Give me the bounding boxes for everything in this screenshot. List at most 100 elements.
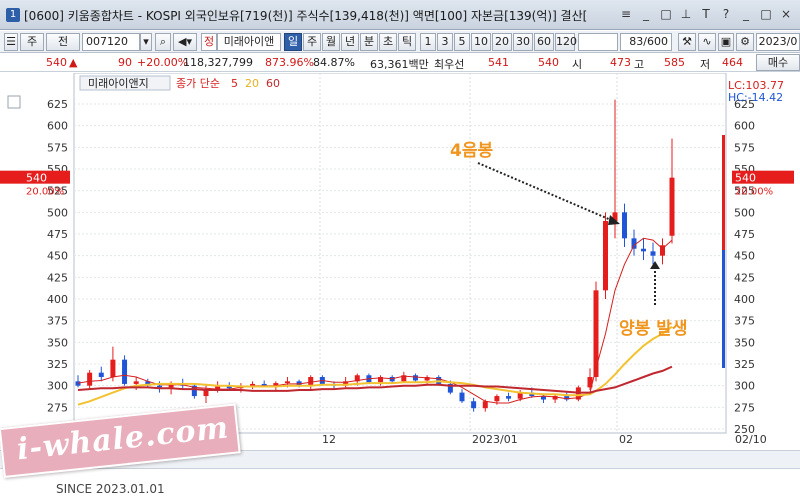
interval-20[interactable]: 20 [492, 33, 512, 51]
gear-icon[interactable]: ⚙ [736, 33, 754, 51]
date-field[interactable]: 2023/0 [756, 33, 800, 51]
tool-icon[interactable]: ⚒ [678, 33, 696, 51]
pin-icon[interactable]: ⊥ [678, 6, 694, 22]
tab-second[interactable]: 초 [379, 33, 397, 51]
search-icon[interactable]: ⌕ [155, 33, 171, 51]
candle-body [156, 385, 162, 388]
indicator-icon[interactable]: ∿ [698, 33, 716, 51]
stock-code-input[interactable]: 007120 [82, 33, 140, 51]
candle-body [98, 372, 104, 377]
y-tick-label-left: 275 [47, 401, 68, 414]
best-label: 최우선 [434, 58, 465, 71]
tab-month[interactable]: 월 [322, 33, 340, 51]
price-tag-left-pct: 20.00% [26, 187, 64, 198]
y-tick-label-right: 400 [734, 293, 755, 306]
app-icon: 1 [6, 8, 20, 22]
interval-30[interactable]: 30 [513, 33, 533, 51]
price-tag-right-pct: 20.00% [735, 187, 773, 198]
interval-3[interactable]: 3 [437, 33, 453, 51]
turnover-ratio: 84.87% [313, 56, 355, 69]
tab-minute[interactable]: 분 [360, 33, 378, 51]
right-volume-down [722, 250, 725, 368]
restore-icon[interactable]: □ [658, 6, 674, 22]
candle-body [669, 177, 675, 236]
prev-select[interactable]: 전 [46, 33, 80, 51]
page-counter: 83/600 [620, 33, 672, 51]
minimize-icon[interactable]: _ [638, 6, 654, 22]
candle-body [622, 212, 627, 239]
y-tick-label-right: 350 [734, 336, 755, 349]
y-tick-label-right: 425 [734, 271, 755, 284]
hc-value: HC:-14.42 [728, 91, 783, 104]
interval-10[interactable]: 10 [471, 33, 491, 51]
y-tick-label-left: 575 [47, 141, 68, 154]
trade-amount: 63,361백만 [370, 58, 429, 71]
tab-week[interactable]: 주 [303, 33, 321, 51]
chart-area[interactable]: 2502502752753003003253253503503753754004… [0, 73, 800, 451]
legend-stock-name: 미래아이앤지 [88, 77, 149, 90]
maximize-button[interactable]: □ [758, 6, 774, 22]
low-price: 464 [722, 56, 743, 69]
y-tick-label-right: 300 [734, 380, 755, 393]
quote-row: 540 ▲ 90 +20.00% 118,327,799 873.96% 84.… [0, 54, 800, 72]
save-icon[interactable]: ▣ [718, 33, 734, 51]
y-tick-label-left: 350 [47, 336, 68, 349]
legend-series-label: 종가 단순 [176, 77, 220, 90]
list-icon[interactable]: ☰ [4, 33, 18, 51]
legend-ma-20: 20 [245, 77, 259, 90]
legend-ma-60: 60 [266, 77, 280, 90]
y-tick-label-right: 450 [734, 250, 755, 263]
candle-body [87, 372, 93, 386]
legend-ma-5: 5 [231, 77, 238, 90]
price-tag-right-price: 540 [735, 172, 756, 185]
tab-day[interactable]: 일 [284, 33, 302, 51]
grid-icon [7, 95, 21, 109]
y-tick-label-left: 500 [47, 206, 68, 219]
open-price: 473 [610, 56, 631, 69]
y-tick-label-right: 325 [734, 358, 755, 371]
y-tick-label-left: 300 [47, 380, 68, 393]
high-price: 585 [664, 56, 685, 69]
code-dropdown-icon[interactable]: ▾ [140, 33, 152, 51]
help-icon[interactable]: ? [718, 6, 734, 22]
sound-icon[interactable]: ◀▾ [173, 33, 197, 51]
tab-tick[interactable]: 틱 [398, 33, 416, 51]
candle-body [494, 396, 500, 402]
stock-badge: 정 [201, 33, 217, 51]
y-tick-label-left: 450 [47, 250, 68, 263]
low-label: 저 [700, 58, 711, 71]
menu-icon[interactable]: ≡ [618, 6, 634, 22]
interval-input[interactable] [578, 33, 618, 51]
window-titlebar: 1 [0600] 키움종합차트 - KOSPI 외국인보유[719(천)] 주식… [0, 0, 800, 30]
period-select[interactable]: 주 [20, 33, 44, 51]
candle-body [471, 401, 477, 409]
high-label: 고 [634, 58, 645, 71]
stock-name: 미래아이앤 [217, 33, 281, 51]
y-tick-label-left: 425 [47, 271, 68, 284]
y-tick-label-right: 275 [734, 401, 755, 414]
interval-120[interactable]: 120 [555, 33, 577, 51]
y-tick-label-left: 375 [47, 315, 68, 328]
buy-button[interactable]: 매수 [756, 54, 800, 71]
candle-body [650, 251, 656, 256]
candle-body [75, 381, 81, 386]
interval-5[interactable]: 5 [454, 33, 470, 51]
price-chart[interactable]: 2502502752753003003253253503503753754004… [0, 73, 800, 451]
interval-1[interactable]: 1 [420, 33, 436, 51]
candle-body [459, 392, 465, 402]
best-ask: 541 [488, 56, 509, 69]
close-button[interactable]: × [778, 6, 794, 22]
annotation-bullish-candle: 양봉 발생 [619, 319, 688, 339]
candle-body [603, 221, 608, 291]
chart-toolbar: ☰ 주 전 007120 ▾ ⌕ ◀▾ 정 미래아이앤 일 주 월 년 분 초 … [0, 31, 800, 53]
up-arrow-icon: ▲ [69, 56, 78, 69]
interval-60[interactable]: 60 [534, 33, 554, 51]
y-tick-label-right: 600 [734, 120, 755, 133]
font-icon[interactable]: T [698, 6, 714, 22]
candle-body [482, 401, 488, 409]
open-label: 시 [572, 58, 583, 71]
y-tick-label-left: 475 [47, 228, 68, 241]
candle-body [308, 377, 314, 386]
tab-year[interactable]: 년 [341, 33, 359, 51]
minimize-button[interactable]: _ [738, 6, 754, 22]
